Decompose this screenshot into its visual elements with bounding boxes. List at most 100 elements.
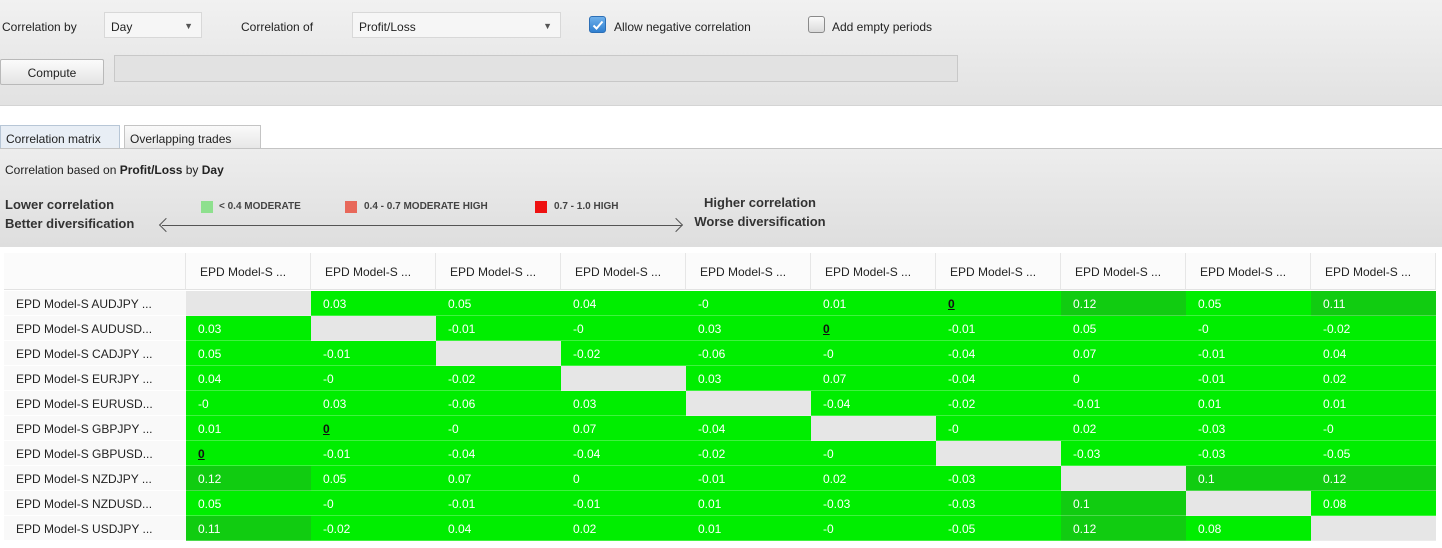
matrix-cell: 0.05 — [436, 291, 561, 316]
matrix-cell: -0.02 — [1311, 316, 1436, 341]
matrix-cell: -0 — [936, 416, 1061, 441]
matrix-cell: 0.03 — [686, 366, 811, 391]
matrix-diagonal-cell — [1186, 491, 1311, 516]
matrix-cell: 0.03 — [561, 391, 686, 416]
matrix-column-header[interactable]: EPD Model-S ... — [561, 253, 686, 290]
matrix-cell: -0 — [311, 491, 436, 516]
matrix-cell: -0.01 — [1061, 391, 1186, 416]
allow-negative-checkbox[interactable] — [589, 16, 606, 33]
matrix-cell: -0.03 — [1186, 441, 1311, 466]
checkmark-icon — [592, 20, 604, 30]
matrix-diagonal-cell — [811, 416, 936, 441]
correlation-of-label: Correlation of — [241, 20, 314, 34]
matrix-cell: -0.05 — [936, 516, 1061, 541]
tab-correlation-matrix[interactable]: Correlation matrix — [0, 125, 120, 150]
matrix-cell: -0.04 — [561, 441, 686, 466]
matrix-row-label: EPD Model-S GBPJPY ... — [4, 416, 186, 441]
info-middle: by — [182, 163, 202, 177]
matrix-cell: 0.1 — [1061, 491, 1186, 516]
matrix-cell: 0.04 — [186, 366, 311, 391]
matrix-column-header[interactable]: EPD Model-S ... — [686, 253, 811, 290]
correlation-of-value: Profit/Loss — [359, 20, 416, 34]
matrix-column-header[interactable]: EPD Model-S ... — [811, 253, 936, 290]
matrix-column-header[interactable]: EPD Model-S ... — [1186, 253, 1311, 290]
matrix-cell: 0.01 — [686, 491, 811, 516]
matrix-cell: 0 — [311, 416, 436, 441]
matrix-cell: 0.01 — [1311, 391, 1436, 416]
matrix-cell: -0.04 — [936, 341, 1061, 366]
matrix-cell: -0.04 — [811, 391, 936, 416]
matrix-row-label: EPD Model-S EURUSD... — [4, 391, 186, 416]
matrix-cell: -0.04 — [936, 366, 1061, 391]
matrix-cell: 0.04 — [1311, 341, 1436, 366]
matrix-cell: 0.02 — [561, 516, 686, 541]
matrix-cell: -0.04 — [686, 416, 811, 441]
matrix-cell: -0.01 — [1186, 341, 1311, 366]
tab-overlapping-trades[interactable]: Overlapping trades — [124, 125, 261, 149]
matrix-cell: -0.03 — [1061, 441, 1186, 466]
add-empty-periods-checkbox[interactable] — [808, 16, 825, 33]
matrix-cell: -0 — [1186, 316, 1311, 341]
matrix-cell: -0 — [811, 341, 936, 366]
matrix-cell: 0.05 — [1061, 316, 1186, 341]
compute-button[interactable]: Compute — [0, 59, 104, 85]
matrix-cell: -0.05 — [1311, 441, 1436, 466]
info-metric: Profit/Loss — [119, 163, 183, 177]
matrix-cell: 0 — [936, 291, 1061, 316]
matrix-cell: 0.03 — [186, 316, 311, 341]
higher-correlation-label: Higher correlation Worse diversification — [685, 193, 835, 231]
matrix-cell: 0.08 — [1186, 516, 1311, 541]
correlation-by-label: Correlation by — [2, 20, 77, 34]
arrow-left-icon — [158, 217, 174, 233]
matrix-cell: 0.12 — [1311, 466, 1436, 491]
matrix-cell: -0.01 — [436, 491, 561, 516]
matrix-column-header[interactable]: EPD Model-S ... — [186, 253, 311, 290]
matrix-cell: 0.07 — [561, 416, 686, 441]
matrix-cell: 0.02 — [1311, 366, 1436, 391]
matrix-cell: 0.01 — [1186, 391, 1311, 416]
arrow-line — [162, 225, 682, 226]
matrix-column-header[interactable]: EPD Model-S ... — [936, 253, 1061, 290]
allow-negative-label: Allow negative correlation — [614, 20, 751, 34]
legend-moderate: < 0.4 MODERATE — [219, 201, 301, 212]
matrix-column-header[interactable]: EPD Model-S ... — [311, 253, 436, 290]
matrix-diagonal-cell — [436, 341, 561, 366]
info-prefix: Correlation based on — [5, 163, 120, 177]
matrix-cell: -0.04 — [436, 441, 561, 466]
matrix-cell: 0.1 — [1186, 466, 1311, 491]
matrix-diagonal-cell — [311, 316, 436, 341]
info-panel: Correlation based on Profit/Loss by Day … — [0, 149, 1442, 247]
legend-swatch-high — [535, 201, 547, 213]
higher-correlation-line2: Worse diversification — [694, 214, 826, 229]
matrix-cell: -0.01 — [1186, 366, 1311, 391]
matrix-cell: 0 — [186, 441, 311, 466]
matrix-cell: -0.03 — [936, 466, 1061, 491]
matrix-column-header[interactable]: EPD Model-S ... — [1061, 253, 1186, 290]
lower-correlation-line1: Lower correlation — [5, 197, 115, 212]
matrix-column-header[interactable]: EPD Model-S ... — [1311, 253, 1436, 290]
lower-correlation-line2: Better diversification — [5, 216, 135, 231]
toolbar: Correlation by Day ▼ Correlation of Prof… — [0, 0, 1442, 106]
matrix-cell: -0.02 — [686, 441, 811, 466]
matrix-cell: 0.07 — [811, 366, 936, 391]
matrix-cell: -0.06 — [686, 341, 811, 366]
matrix-cell: -0.02 — [436, 366, 561, 391]
matrix-column-header[interactable]: EPD Model-S ... — [436, 253, 561, 290]
correlation-by-select[interactable]: Day ▼ — [104, 12, 202, 38]
lower-correlation-label: Lower correlation Better diversification — [5, 195, 134, 233]
matrix-cell: 0.03 — [311, 291, 436, 316]
matrix-row-label: EPD Model-S AUDJPY ... — [4, 291, 186, 316]
add-empty-periods-label: Add empty periods — [832, 20, 933, 34]
matrix-cell: -0 — [311, 366, 436, 391]
matrix-cell: 0.07 — [1061, 341, 1186, 366]
matrix-cell: 0 — [1061, 366, 1186, 391]
arrow-right-icon — [668, 217, 684, 233]
correlation-of-select[interactable]: Profit/Loss ▼ — [352, 12, 561, 38]
matrix-row-label: EPD Model-S NZDUSD... — [4, 491, 186, 516]
matrix-cell: 0.12 — [1061, 291, 1186, 316]
matrix-cell: -0 — [1311, 416, 1436, 441]
matrix-diagonal-cell — [686, 391, 811, 416]
matrix-row-label: EPD Model-S NZDJPY ... — [4, 466, 186, 491]
legend-high: 0.7 - 1.0 HIGH — [554, 201, 619, 212]
matrix-diagonal-cell — [1311, 516, 1436, 541]
